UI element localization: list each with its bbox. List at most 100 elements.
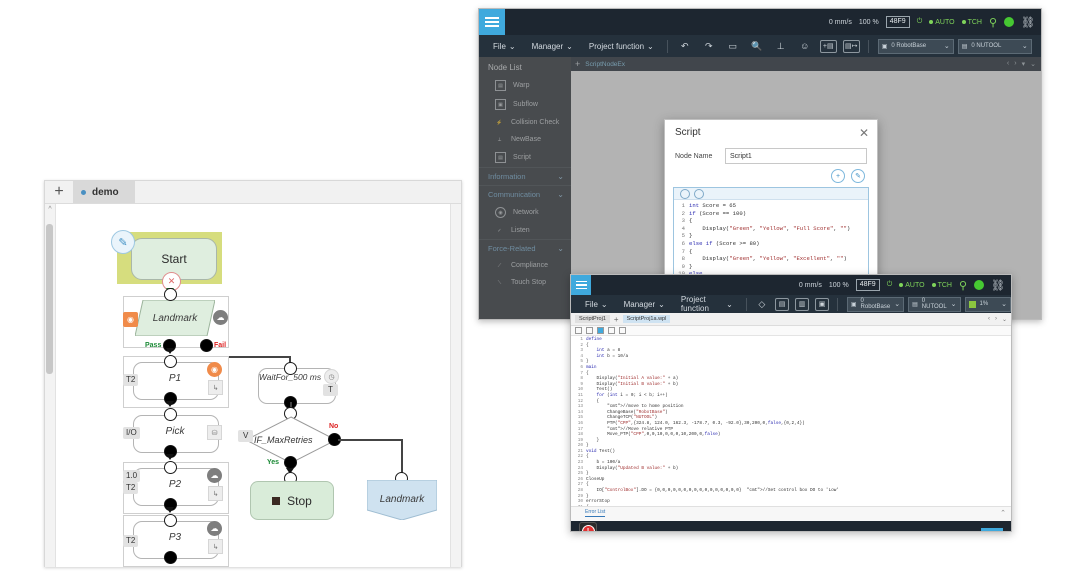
pencil-icon[interactable]: ✎ (111, 230, 135, 254)
import-icon[interactable]: +▤ (820, 40, 837, 53)
clock-icon[interactable]: ◷ (324, 369, 339, 384)
speed-readout: 0 mm/s (799, 282, 822, 289)
add-tab-button[interactable]: + (614, 315, 619, 324)
error-list-tab[interactable]: Error List (585, 509, 605, 517)
node-if-label: IF_MaxRetries (254, 435, 313, 445)
win2-editor-body[interactable]: 1define2{3 int a = 84 int b = 10/a5}6mai… (571, 336, 1011, 506)
p3-path-icon[interactable]: ↳ (208, 539, 223, 554)
debug-icon[interactable] (619, 327, 626, 334)
menu-file[interactable]: File⌄ (485, 42, 524, 51)
tab-scriptproj1[interactable]: ScriptProj1 (575, 315, 610, 323)
chip-wait-t[interactable]: T (323, 384, 338, 396)
undo-icon[interactable]: ↶ (676, 39, 694, 53)
arrow-p1-to-pick (166, 401, 174, 407)
status-code: 48F9 (886, 16, 910, 28)
waitfor-input-port[interactable] (284, 362, 297, 375)
p1-path-icon[interactable]: ↳ (208, 380, 223, 395)
node-stop[interactable]: Stop (250, 481, 334, 520)
node-name-row: Node Name Script1 (665, 140, 877, 164)
chip-p3-t2[interactable]: T2 (123, 535, 138, 547)
p3-output-port[interactable] (164, 551, 177, 564)
base-dropdown[interactable]: ▣0 RobotBase⌄ (847, 297, 904, 312)
vision-icon[interactable]: ◉ (123, 312, 138, 327)
landmark-fail-port[interactable] (200, 339, 213, 352)
win2-code-lines[interactable]: 1define2{3 int a = 84 int b = 10/a5}6mai… (571, 336, 1011, 506)
chevron-down-icon: ⌄ (566, 42, 573, 51)
chevron-down-icon: ⌄ (509, 42, 516, 51)
run-icon[interactable] (597, 327, 604, 334)
new-icon[interactable] (575, 327, 582, 334)
speed-dropdown[interactable]: 1%⌄ (965, 297, 1011, 312)
menu-file[interactable]: File⌄ (577, 300, 616, 309)
menu-manager[interactable]: Manager⌄ (616, 300, 673, 309)
redo-icon[interactable]: ↷ (700, 39, 718, 53)
chip-p2-speed[interactable]: 1.0 (123, 470, 140, 482)
redo-icon[interactable] (694, 189, 704, 199)
pick-input-port[interactable] (164, 408, 177, 421)
tool-dropdown[interactable]: ▤0 NUTOOL⌄ (908, 297, 960, 312)
chip-p2-t2[interactable]: T2 (123, 482, 138, 494)
comment-icon[interactable]: ▭ (724, 39, 742, 53)
pick-gripper-icon[interactable]: ⛁ (207, 425, 222, 440)
emergency-stop-icon[interactable]: ! (579, 522, 597, 532)
undo-icon[interactable] (680, 189, 690, 199)
flow-editor-window: + demo ^ Start ✎ ✕ Landmark ◉ ☁ Pass (44, 180, 462, 567)
list-icon[interactable]: ▥ (795, 298, 809, 311)
menu-project-function[interactable]: Project function⌄ (581, 42, 662, 51)
robot-icon[interactable]: ⚲ (959, 279, 967, 292)
add-tab-button[interactable]: + (45, 181, 73, 203)
override-percent: 100 % (829, 282, 849, 289)
open-icon[interactable] (586, 327, 593, 334)
node-name-input[interactable]: Script1 (725, 148, 867, 164)
p2-path-icon[interactable]: ↳ (208, 486, 223, 501)
search-icon[interactable]: 🔍 (748, 39, 766, 53)
p3-cloud-icon[interactable]: ☁ (207, 521, 222, 536)
hamburger-menu-icon[interactable] (479, 9, 505, 35)
code-line: 3{ (674, 217, 868, 225)
p1-vision-icon[interactable]: ◉ (207, 362, 222, 377)
tab-scriptproj1a-wpl[interactable]: ScriptProj1a.wpl (623, 315, 671, 323)
tab-status-dot (81, 190, 86, 195)
scroll-up-caret[interactable]: ^ (45, 204, 55, 216)
p2-input-port[interactable] (164, 461, 177, 474)
insert-snippet-button[interactable]: + (831, 169, 845, 183)
next-icon[interactable]: › (995, 316, 997, 323)
p1-input-port[interactable] (164, 355, 177, 368)
chip-if-v[interactable]: V (238, 430, 253, 442)
base-dropdown[interactable]: ▣0 RobotBase⌄ (878, 39, 954, 54)
tool-dropdown[interactable]: ▤0 NUTOOL⌄ (958, 39, 1032, 54)
edit-script-button[interactable]: ✎ (851, 169, 865, 183)
cloud-icon[interactable]: ☁ (213, 310, 228, 325)
collapse-panel-icon[interactable]: ⌃ (1000, 509, 1006, 517)
hamburger-menu-icon[interactable] (571, 275, 591, 295)
p3-input-port[interactable] (164, 514, 177, 527)
save-icon[interactable]: ▣ (815, 298, 829, 311)
code-line: 9} (674, 263, 868, 271)
collapse-icon[interactable]: ⌄ (1002, 316, 1007, 323)
chip-pick-io[interactable]: I/O (123, 427, 140, 439)
landmark-top-input-port[interactable] (164, 288, 177, 301)
arm-icon[interactable]: ⛓ (991, 279, 1005, 292)
menu-project-function[interactable]: Project function⌄ (673, 295, 741, 313)
export-icon[interactable]: ▤↦ (843, 40, 860, 53)
win2-footer: ! (571, 521, 1011, 532)
power-icon[interactable]: ⏻ (917, 18, 923, 26)
shape-icon[interactable]: ◇ (755, 297, 769, 311)
vertical-scrollbar[interactable] (46, 224, 53, 374)
close-icon[interactable]: ✕ (859, 128, 869, 138)
arm-icon[interactable]: ⛓ (1021, 16, 1035, 29)
prev-icon[interactable]: ‹ (988, 316, 990, 323)
message-icon[interactable]: ☺ (796, 39, 814, 53)
estop-ring: ! (582, 525, 595, 533)
p2-cloud-icon[interactable]: ☁ (207, 468, 222, 483)
mode-tch: TCH (962, 19, 982, 26)
flow-canvas[interactable]: ^ Start ✎ ✕ Landmark ◉ ☁ Pass Fail (45, 204, 461, 567)
stop-icon[interactable] (608, 327, 615, 334)
chip-p1-t2[interactable]: T2 (123, 374, 138, 386)
grid-icon[interactable]: ▤ (775, 298, 789, 311)
robot-icon[interactable]: ⚲ (989, 16, 997, 29)
menu-manager[interactable]: Manager⌄ (524, 42, 581, 51)
teach-icon[interactable]: ⊥ (772, 39, 790, 53)
power-icon[interactable]: ⏻ (887, 281, 893, 289)
tab-demo[interactable]: demo (73, 181, 135, 203)
